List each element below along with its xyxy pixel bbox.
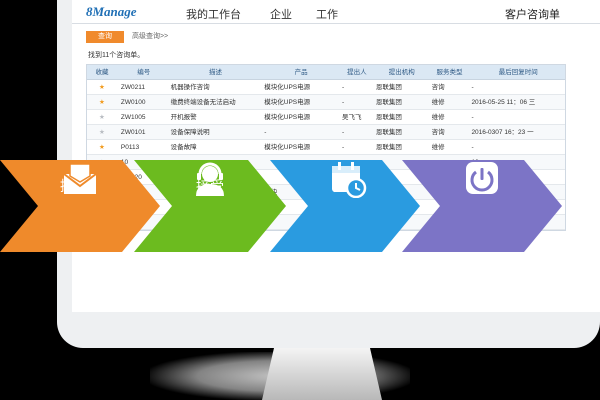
- top-nav: 8Manage 我的工作台 企业 工作 客户咨询单: [72, 0, 600, 24]
- cell-description: 设备故障: [170, 144, 197, 151]
- table-row[interactable]: ★ P0113 设备故障 模块化UPS电源 - 恩联集团 维修 -: [87, 140, 565, 155]
- favorite-star-icon[interactable]: ★: [87, 95, 117, 109]
- cell-number[interactable]: ZW0211: [117, 80, 167, 94]
- cell-organization: 恩联集团: [375, 114, 402, 121]
- cell-last-reply: -: [471, 84, 474, 91]
- cell-submitter: 吴飞飞: [341, 114, 362, 121]
- cell-submitter: -: [341, 129, 345, 136]
- app-logo[interactable]: 8Manage: [86, 4, 137, 20]
- cell-last-reply: 2016-0307 16：23 一: [471, 129, 534, 136]
- cell-service-type: 咨询: [431, 129, 445, 136]
- monitor-stand: [262, 348, 382, 400]
- table-row[interactable]: ★ ZW1005 开机报警 模块化UPS电源 吴飞飞 恩联集团 维修 -: [87, 110, 565, 125]
- favorite-star-icon[interactable]: ★: [87, 140, 117, 154]
- advanced-query-link[interactable]: 高级查询>>: [132, 32, 168, 42]
- col-last-reply[interactable]: 最后回复时间: [467, 65, 565, 79]
- power-icon: [466, 162, 498, 194]
- cell-submitter: -: [341, 144, 345, 151]
- cell-product: -: [264, 129, 267, 136]
- page-title: 客户咨询单: [505, 9, 560, 21]
- envelope-icon: [63, 163, 97, 194]
- app-screen: 8Manage 我的工作台 企业 工作 客户咨询单 查询 高级查询>> 找到11…: [72, 0, 600, 312]
- cell-last-reply: 2016-05-25 11：06 三: [471, 99, 536, 106]
- cell-service-type: 维修: [431, 114, 445, 121]
- cell-organization: 恩联集团: [375, 129, 402, 136]
- favorite-star-icon[interactable]: ★: [87, 110, 117, 124]
- col-product[interactable]: 产品: [260, 65, 338, 79]
- table-header: 收藏 编号 描述 产品 提出人 提出机构 服务类型 最后回复时间: [87, 65, 565, 80]
- table-row[interactable]: ★ ZW0101 设备保障说明 - - 恩联集团 咨询 2016-0307 16：23 一: [87, 125, 565, 140]
- cell-last-reply: -: [471, 114, 474, 121]
- nav-item-enterprise[interactable]: 企业: [270, 6, 292, 22]
- col-favorite[interactable]: 收藏: [87, 65, 117, 79]
- cell-number[interactable]: ZW1005: [117, 110, 167, 124]
- cell-organization: 恩联集团: [375, 84, 402, 91]
- step-close: 关闭: [402, 160, 562, 252]
- cell-service-type: 维修: [431, 99, 445, 106]
- col-organization[interactable]: 提出机构: [372, 65, 428, 79]
- cell-product: 模块化UPS电源: [264, 144, 311, 151]
- favorite-star-icon[interactable]: ★: [87, 125, 117, 139]
- cell-product: 模块化UPS电源: [264, 84, 311, 91]
- step-process: 处理: [270, 160, 420, 252]
- cell-last-reply: -: [471, 144, 474, 151]
- table-row[interactable]: ★ ZW0100 缴费终端设备无法启动 模块化UPS电源 - 恩联集团 维修 2016-05-…: [87, 95, 565, 110]
- query-tabs: 查询 高级查询>>: [86, 31, 168, 45]
- nav-item-workbench[interactable]: 我的工作台: [186, 6, 241, 22]
- cell-description: 开机报警: [170, 114, 197, 121]
- cell-organization: 恩联集团: [375, 144, 402, 151]
- calendar-clock-icon: [332, 162, 367, 198]
- cell-submitter: -: [341, 84, 345, 91]
- cell-description: 设备保障说明: [170, 129, 210, 136]
- cell-description: 机器操作咨询: [170, 84, 210, 91]
- col-submitter[interactable]: 提出人: [338, 65, 372, 79]
- cell-service-type: 维修: [431, 144, 445, 151]
- cell-organization: 恩联集团: [375, 99, 402, 106]
- col-service-type[interactable]: 服务类型: [428, 65, 468, 79]
- table-row[interactable]: ★ ZW0211 机器操作咨询 模块化UPS电源 - 恩联集团 咨询 -: [87, 80, 565, 95]
- query-tab[interactable]: 查询: [86, 31, 124, 43]
- cell-product: 模块化UPS电源: [264, 99, 311, 106]
- result-count: 找到11个咨询单。: [88, 52, 145, 59]
- col-description[interactable]: 描述: [167, 65, 261, 79]
- support-agent-icon: [196, 162, 224, 196]
- cell-number[interactable]: P0113: [117, 140, 167, 154]
- nav-item-work[interactable]: 工作: [316, 6, 338, 22]
- cell-description: 缴费终端设备无法启动: [170, 99, 236, 106]
- cell-number[interactable]: ZW0101: [117, 125, 167, 139]
- cell-number[interactable]: ZW0100: [117, 95, 167, 109]
- cell-product: 模块化UPS电源: [264, 114, 311, 121]
- cell-submitter: -: [341, 99, 345, 106]
- step-accept: 接受: [134, 160, 286, 252]
- col-number[interactable]: 编号: [117, 65, 167, 79]
- favorite-star-icon[interactable]: ★: [87, 80, 117, 94]
- cell-service-type: 咨询: [431, 84, 445, 91]
